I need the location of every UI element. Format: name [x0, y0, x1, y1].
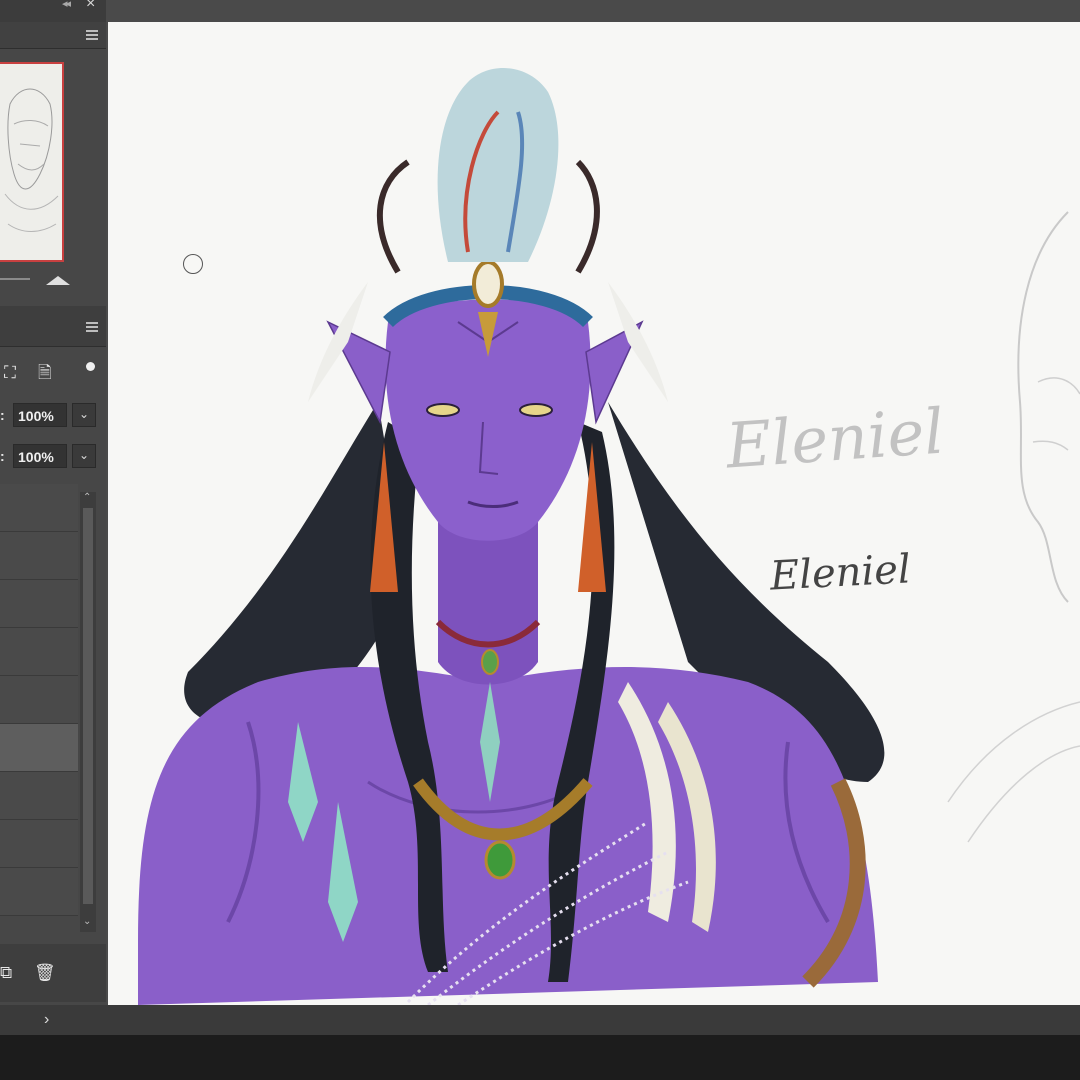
fill-label: : [0, 448, 5, 464]
close-icon[interactable]: × [86, 0, 95, 12]
fill-dropdown[interactable]: ⌄ [72, 444, 96, 468]
layer-row[interactable] [0, 820, 78, 868]
canvas-area: Eleniel Eleniel [106, 0, 1080, 1005]
layer-row[interactable] [0, 628, 78, 676]
opacity-label: : [0, 407, 5, 423]
scroll-up-icon[interactable]: ⌃ [83, 492, 91, 503]
layer-row-selected[interactable] [0, 724, 78, 772]
navigator-sketch [4, 88, 59, 232]
collapse-icon[interactable]: ◂◂ [62, 0, 71, 10]
layer-row[interactable] [0, 868, 78, 916]
navigator-tabbar [0, 22, 106, 49]
color-dot-icon[interactable] [86, 362, 95, 371]
status-bar: › [0, 1005, 1080, 1035]
monitor-bezel [0, 1035, 1080, 1080]
layer-row[interactable] [0, 580, 78, 628]
signature-ink: Eleniel [768, 546, 912, 600]
layer-footer: ⧉ 🗑 [0, 944, 106, 1002]
lock-icon[interactable]: 🗎 [38, 364, 52, 381]
drawing-canvas[interactable]: Eleniel Eleniel [108, 22, 1080, 1005]
mountain-icon[interactable] [46, 276, 70, 285]
navigator-thumbnail[interactable] [0, 62, 64, 262]
layer-scrollbar[interactable]: ⌃ ⌄ [80, 492, 96, 932]
transform-icon[interactable]: ⛶ [4, 364, 16, 381]
zoom-slider[interactable] [0, 278, 30, 280]
layers-header [0, 306, 106, 347]
brush-cursor [183, 254, 203, 274]
layer-row[interactable] [0, 772, 78, 820]
trash-icon[interactable]: 🗑 [34, 964, 56, 981]
layer-list [0, 484, 78, 928]
chevron-right-icon[interactable]: › [44, 1011, 49, 1029]
fill-field[interactable]: 100% [13, 444, 67, 468]
character-illustration [138, 68, 1080, 1005]
signature-sketch: Eleniel [723, 394, 947, 483]
new-layer-icon[interactable]: ⧉ [0, 964, 12, 981]
opacity-dropdown[interactable]: ⌄ [72, 403, 96, 427]
hamburger-menu-icon[interactable] [86, 322, 98, 332]
left-dock-panel: ◂◂ × ⛶ 🗎 : 100% ⌄ : 100% ⌄ ⌃ ⌄ ⧉ 🗑 [0, 0, 106, 1005]
opacity-field[interactable]: 100% [13, 403, 67, 427]
layer-row[interactable] [0, 532, 78, 580]
scrollbar-thumb[interactable] [83, 508, 93, 904]
layer-row[interactable] [0, 484, 78, 532]
hamburger-menu-icon[interactable] [86, 30, 98, 40]
layer-row[interactable] [0, 676, 78, 724]
scroll-down-icon[interactable]: ⌄ [83, 916, 91, 927]
